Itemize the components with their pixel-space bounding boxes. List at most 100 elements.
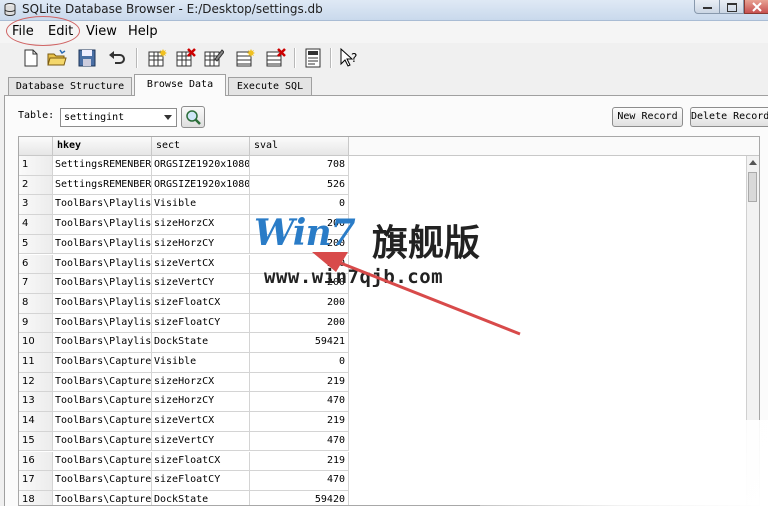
cell-sval[interactable]: 219 [250,372,349,393]
delete-record-button[interactable]: Delete Record [690,107,768,127]
cell-sval[interactable]: 200 [250,293,349,314]
cell-hkey[interactable]: ToolBars\Playlis [53,234,152,255]
open-database-icon[interactable] [46,47,68,69]
cell-sval[interactable]: 470 [250,431,349,452]
scrollbar-thumb[interactable] [748,172,757,202]
row-number[interactable]: 14 [19,412,53,432]
cell-sval[interactable]: 470 [250,392,349,413]
modify-table-icon[interactable] [202,47,224,69]
cell-hkey[interactable]: ToolBars\Playlis [53,293,152,314]
cell-sect[interactable]: sizeHorzCX [152,215,250,235]
cell-sect[interactable]: sizeHorzCY [152,392,250,413]
cell-sect[interactable]: sizeFloatCY [152,313,250,334]
cell-sect[interactable]: Visible [152,353,250,373]
cell-hkey[interactable]: ToolBars\Playlis [53,333,152,353]
row-number[interactable]: 6 [19,254,53,275]
vertical-scrollbar[interactable] [746,156,759,505]
data-grid[interactable]: hkey sect sval 1 SettingsREMENBER ORGSIZE1… [18,136,760,506]
cell-sect[interactable]: ORGSIZE1920x1080 [152,156,250,176]
table-row[interactable]: 4 ToolBars\Playlis sizeHorzCX 200 [19,215,349,235]
row-number[interactable]: 2 [19,175,53,196]
cell-hkey[interactable]: SettingsREMENBER [53,156,152,176]
minimize-button[interactable] [694,0,720,14]
table-row[interactable]: 17 ToolBars\Capture sizeFloatCY 470 [19,471,349,491]
cell-sval[interactable]: 59421 [250,333,349,353]
row-number[interactable]: 4 [19,215,53,235]
row-number[interactable]: 12 [19,372,53,393]
cell-hkey[interactable]: ToolBars\Capture [53,471,152,491]
row-number[interactable]: 5 [19,234,53,255]
cell-hkey[interactable]: ToolBars\Playlis [53,195,152,216]
row-number[interactable]: 3 [19,195,53,216]
cell-sval[interactable]: 470 [250,471,349,491]
table-row[interactable]: 14 ToolBars\Capture sizeVertCX 219 [19,412,349,432]
cell-sval[interactable]: 0 [250,353,349,373]
row-number[interactable]: 9 [19,313,53,334]
table-row[interactable]: 15 ToolBars\Capture sizeVertCY 470 [19,431,349,452]
menu-help[interactable]: Help [128,24,158,39]
table-row[interactable]: 5 ToolBars\Playlis sizeHorzCY 200 [19,234,349,255]
cell-sect[interactable]: DockState [152,333,250,353]
cell-hkey[interactable]: ToolBars\Capture [53,353,152,373]
cell-hkey[interactable]: ToolBars\Playlis [53,215,152,235]
row-number[interactable]: 13 [19,392,53,413]
cell-sect[interactable]: sizeFloatCX [152,293,250,314]
table-row[interactable]: 10 ToolBars\Playlis DockState 59421 [19,333,349,353]
cell-sval[interactable]: 200 [250,254,349,275]
cell-hkey[interactable]: SettingsREMENBER [53,175,152,196]
new-database-icon[interactable] [20,47,42,69]
table-row[interactable]: 8 ToolBars\Playlis sizeFloatCX 200 [19,293,349,314]
cell-sect[interactable]: ORGSIZE1920x1080 [152,175,250,196]
delete-index-icon[interactable] [264,47,286,69]
cell-sect[interactable]: Visible [152,195,250,216]
table-row[interactable]: 6 ToolBars\Playlis sizeVertCX 200 [19,254,349,275]
table-row[interactable]: 13 ToolBars\Capture sizeHorzCY 470 [19,392,349,413]
table-row[interactable]: 1 SettingsREMENBER ORGSIZE1920x1080 708 [19,156,349,176]
cell-sect[interactable]: sizeHorzCY [152,234,250,255]
scroll-up-icon[interactable] [749,160,757,165]
cell-sect[interactable]: sizeFloatCY [152,471,250,491]
cell-sect[interactable]: sizeHorzCX [152,372,250,393]
cell-hkey[interactable]: ToolBars\Playlis [53,254,152,275]
column-header-hkey[interactable]: hkey [53,137,152,156]
table-row[interactable]: 11 ToolBars\Capture Visible 0 [19,353,349,373]
maximize-button[interactable] [720,0,744,14]
column-header-sval[interactable]: sval [250,137,349,156]
row-number[interactable]: 8 [19,293,53,314]
log-icon[interactable] [302,47,324,69]
row-number[interactable]: 17 [19,471,53,491]
cell-sval[interactable]: 59420 [250,490,349,505]
undo-icon[interactable] [106,47,128,69]
table-row[interactable]: 7 ToolBars\Playlis sizeVertCY 200 [19,274,349,294]
cell-sval[interactable]: 200 [250,313,349,334]
cell-hkey[interactable]: ToolBars\Capture [53,392,152,413]
table-row[interactable]: 18 ToolBars\Capture DockState 59420 [19,490,349,505]
row-number[interactable]: 1 [19,156,53,176]
close-button[interactable] [744,0,768,14]
row-number[interactable]: 15 [19,431,53,452]
row-number[interactable]: 16 [19,451,53,472]
cell-sect[interactable]: DockState [152,490,250,505]
cell-hkey[interactable]: ToolBars\Capture [53,431,152,452]
table-select[interactable]: settingint [60,108,177,127]
cell-sval[interactable]: 219 [250,412,349,432]
cell-sval[interactable]: 219 [250,451,349,472]
table-row[interactable]: 2 SettingsREMENBER ORGSIZE1920x1080 526 [19,175,349,196]
cell-sect[interactable]: sizeVertCY [152,431,250,452]
table-row[interactable]: 9 ToolBars\Playlis sizeFloatCY 200 [19,313,349,334]
delete-table-icon[interactable] [174,47,196,69]
column-header-sect[interactable]: sect [152,137,250,156]
cell-sval[interactable]: 708 [250,156,349,176]
tab-browse-data[interactable]: Browse Data [134,74,226,96]
tab-database-structure[interactable]: Database Structure [8,77,132,95]
new-record-button[interactable]: New Record [612,107,683,127]
row-number[interactable]: 7 [19,274,53,294]
row-number[interactable]: 10 [19,333,53,353]
cell-hkey[interactable]: ToolBars\Capture [53,372,152,393]
create-index-icon[interactable] [234,47,256,69]
save-icon[interactable] [76,47,98,69]
cell-sval[interactable]: 200 [250,274,349,294]
cell-sect[interactable]: sizeFloatCX [152,451,250,472]
table-row[interactable]: 3 ToolBars\Playlis Visible 0 [19,195,349,216]
menu-view[interactable]: View [86,24,117,39]
